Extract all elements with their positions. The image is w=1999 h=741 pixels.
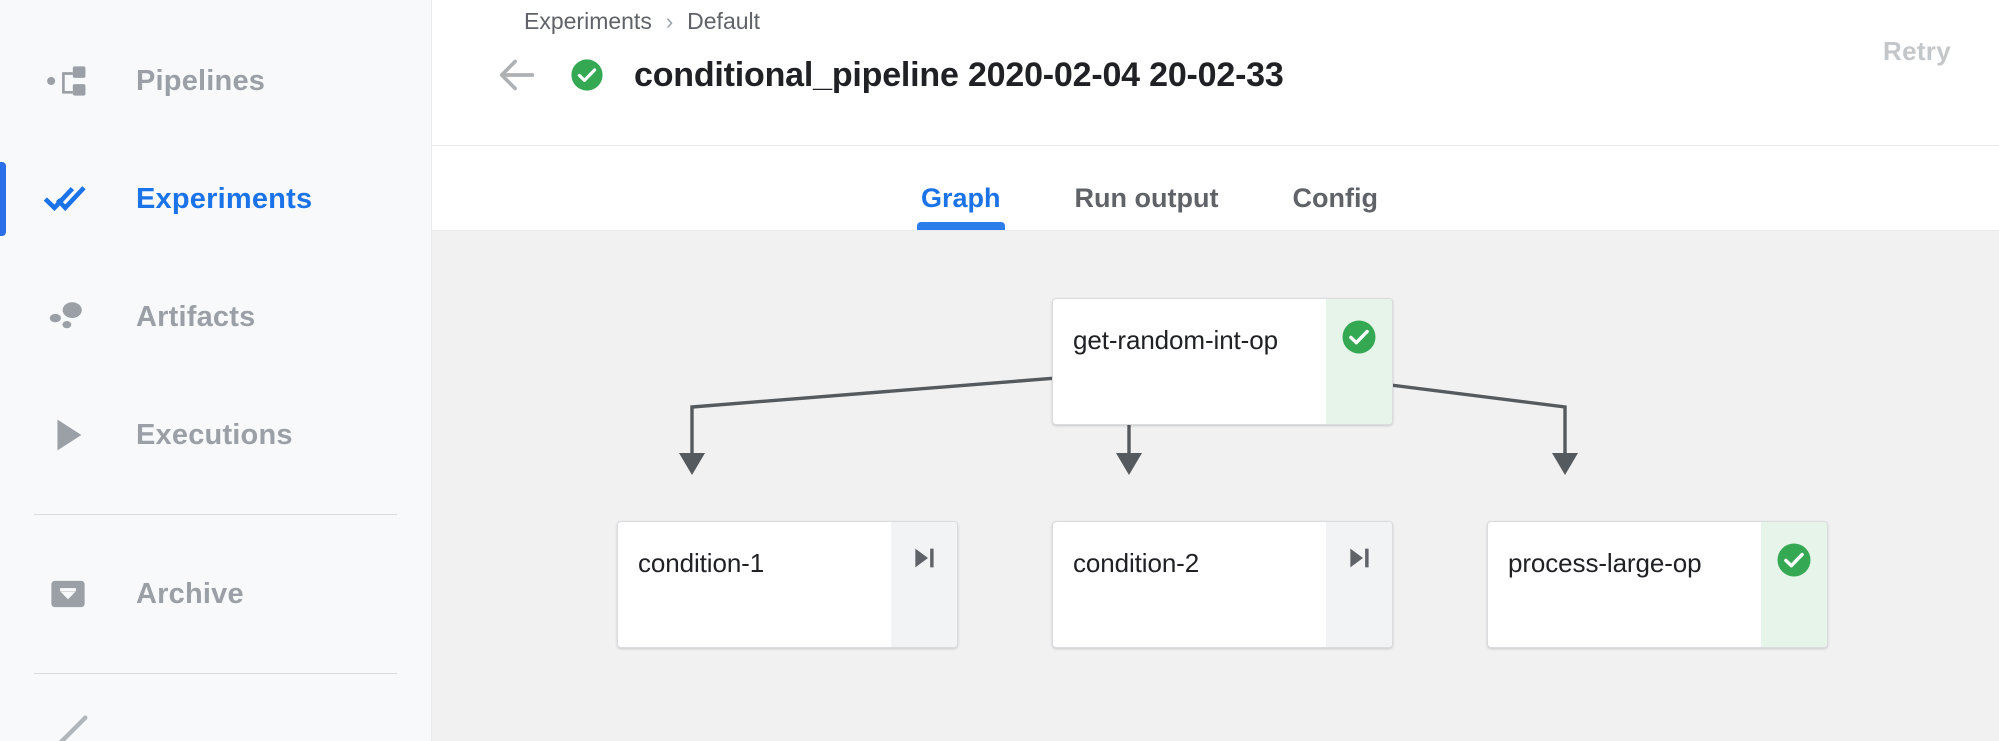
node-body: process-large-op — [1488, 522, 1761, 647]
graph-node-condition-1[interactable]: condition-1 — [617, 521, 958, 648]
node-status-succeeded — [1326, 299, 1392, 424]
graph-node-get-random-int-op[interactable]: get-random-int-op — [1052, 298, 1393, 425]
sidebar-item-label: Artifacts — [136, 300, 256, 333]
node-label: condition-1 — [638, 548, 765, 578]
skip-next-icon — [1343, 542, 1375, 579]
node-body: condition-2 — [1053, 522, 1326, 647]
collapse-icon[interactable] — [52, 711, 92, 741]
arrowhead-condition-1 — [679, 453, 705, 475]
node-status-succeeded — [1761, 522, 1827, 647]
retry-button[interactable]: Retry — [1873, 28, 1961, 75]
experiments-icon — [40, 171, 96, 227]
sidebar-item-experiments[interactable]: Experiments — [0, 140, 431, 258]
sidebar-item-pipelines[interactable]: Pipelines — [0, 22, 431, 140]
check-circle-icon — [1341, 319, 1377, 360]
breadcrumb-separator: › — [665, 8, 674, 34]
sidebar: Pipelines Experiments Artifacts Executio… — [0, 0, 432, 741]
tab-config[interactable]: Config — [1292, 183, 1377, 230]
arrowhead-condition-2 — [1116, 453, 1142, 475]
node-label: condition-2 — [1073, 548, 1200, 578]
arrowhead-process-large-op — [1552, 453, 1578, 475]
pipeline-graph-canvas[interactable]: get-random-int-op condition-1 condition-… — [432, 231, 1999, 741]
tab-label: Config — [1292, 183, 1378, 213]
sidebar-item-label: Archive — [136, 577, 244, 610]
check-circle-icon — [570, 58, 604, 92]
node-status-skipped — [891, 522, 957, 647]
page-header: Experiments › Default conditional_pipeli… — [432, 0, 1999, 146]
sidebar-divider-bottom — [34, 673, 397, 674]
breadcrumb-item-experiments[interactable]: Experiments — [524, 8, 652, 35]
node-label: process-large-op — [1508, 548, 1702, 578]
tab-label: Graph — [921, 183, 1001, 213]
graph-node-process-large-op[interactable]: process-large-op — [1487, 521, 1828, 648]
sidebar-item-archive[interactable]: Archive — [0, 535, 431, 653]
page-title: conditional_pipeline 2020-02-04 20-02-33 — [634, 55, 1284, 94]
tab-graph[interactable]: Graph — [917, 183, 1005, 230]
graph-node-condition-2[interactable]: condition-2 — [1052, 521, 1393, 648]
breadcrumb: Experiments › Default — [524, 8, 760, 35]
sidebar-item-artifacts[interactable]: Artifacts — [0, 258, 431, 376]
sidebar-item-label: Pipelines — [136, 64, 266, 97]
node-label: get-random-int-op — [1073, 325, 1278, 355]
tab-label: Run output — [1074, 183, 1219, 213]
check-circle-icon — [1776, 542, 1812, 583]
active-indicator — [0, 162, 6, 236]
sidebar-item-label: Executions — [136, 418, 293, 451]
node-body: condition-1 — [618, 522, 891, 647]
sidebar-item-executions[interactable]: Executions — [0, 376, 431, 494]
executions-icon — [40, 407, 96, 463]
artifacts-icon — [40, 289, 96, 345]
node-body: get-random-int-op — [1053, 299, 1326, 424]
breadcrumb-item-default[interactable]: Default — [687, 8, 760, 35]
tab-active-underline — [917, 222, 1005, 230]
pipelines-icon — [40, 53, 96, 109]
skip-next-icon — [908, 542, 940, 579]
tab-bar: Graph Run output Config — [432, 146, 1999, 231]
sidebar-item-label: Experiments — [136, 182, 313, 215]
app-root: Pipelines Experiments Artifacts Executio… — [0, 0, 1999, 741]
title-row: conditional_pipeline 2020-02-04 20-02-33 — [494, 52, 1284, 98]
main-content: Experiments › Default conditional_pipeli… — [432, 0, 1999, 741]
tab-run-output[interactable]: Run output — [1075, 183, 1219, 230]
node-status-skipped — [1326, 522, 1392, 647]
back-arrow-icon[interactable] — [494, 52, 540, 98]
archive-icon — [40, 566, 96, 622]
sidebar-divider-top — [34, 514, 397, 515]
